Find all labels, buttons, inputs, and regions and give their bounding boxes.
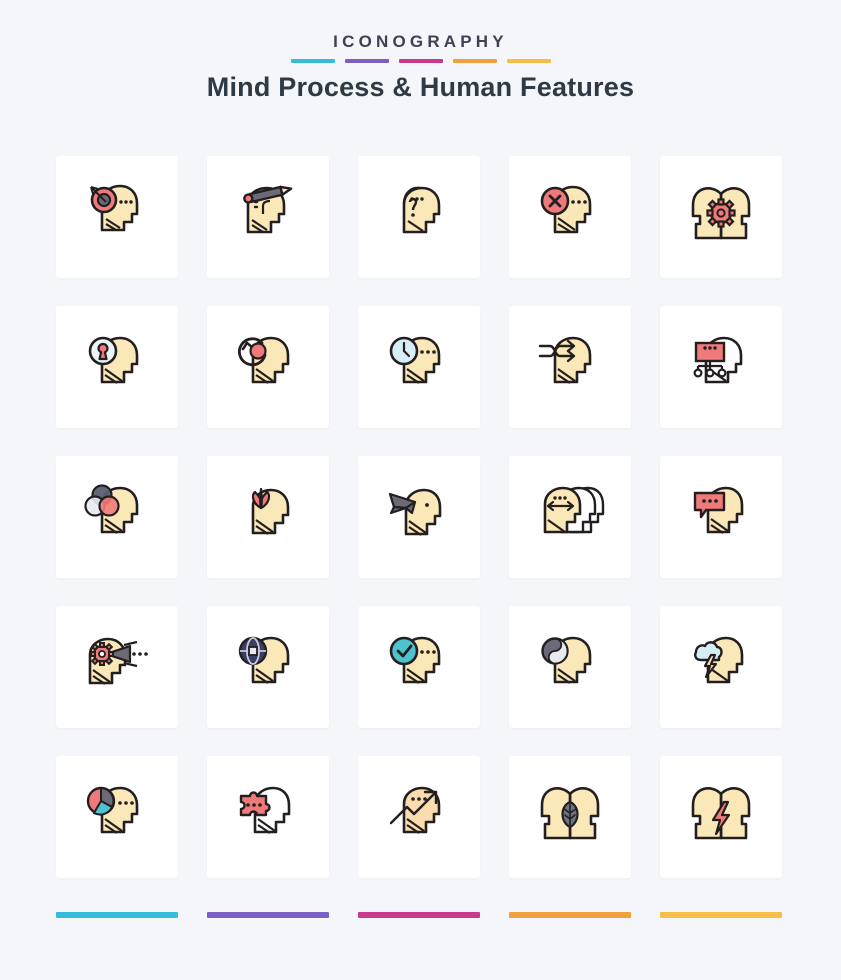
icon-card-check-head[interactable] bbox=[358, 606, 480, 728]
shuffle-head-icon bbox=[538, 336, 592, 384]
icon-card-cancel-head[interactable] bbox=[509, 156, 631, 278]
footer-accent-bar-2 bbox=[207, 912, 329, 918]
gear-vision-head-icon bbox=[88, 637, 148, 685]
puzzle-head-icon bbox=[239, 786, 291, 834]
icon-grid bbox=[56, 156, 782, 878]
brand-word: ICONOGRAPHY bbox=[333, 32, 508, 51]
icon-card-lock-head[interactable] bbox=[56, 306, 178, 428]
growth-head-icon bbox=[389, 786, 441, 834]
icon-card-flower-head[interactable] bbox=[207, 456, 329, 578]
icon-card-brainstorm-head[interactable] bbox=[660, 606, 782, 728]
icon-card-refresh-head[interactable] bbox=[207, 306, 329, 428]
globe-head-icon bbox=[238, 636, 290, 684]
icon-card-bird-head[interactable] bbox=[358, 456, 480, 578]
pencil-head-icon bbox=[243, 185, 293, 234]
icon-card-two-heads-leaf[interactable] bbox=[509, 756, 631, 878]
header-accent-bar-5 bbox=[506, 59, 551, 63]
icon-card-gear-vision-head[interactable] bbox=[56, 606, 178, 728]
sitemap-head-icon bbox=[693, 336, 743, 384]
header-accent-bars bbox=[0, 59, 841, 63]
icon-card-venn-head[interactable] bbox=[56, 456, 178, 578]
brand-block: ICONOGRAPHY bbox=[0, 32, 841, 63]
footer-accent-bar-4 bbox=[509, 912, 631, 918]
icon-card-pie-chart-head[interactable] bbox=[56, 756, 178, 878]
check-head-icon bbox=[389, 636, 441, 684]
refresh-head-icon bbox=[238, 336, 290, 384]
icon-card-two-heads-gear[interactable] bbox=[660, 156, 782, 278]
footer-accent-bar-5 bbox=[660, 912, 782, 918]
icon-pack-page: ICONOGRAPHY Mind Process & Human Feature… bbox=[0, 0, 841, 980]
icon-card-clock-head[interactable] bbox=[358, 306, 480, 428]
footer-accent-bar-3 bbox=[358, 912, 480, 918]
clock-head-icon bbox=[389, 336, 441, 384]
icon-card-question-head[interactable] bbox=[358, 156, 480, 278]
multiple-heads-icon bbox=[543, 486, 605, 534]
icon-card-shuffle-head[interactable] bbox=[509, 306, 631, 428]
header-accent-bar-1 bbox=[290, 59, 335, 63]
page-title: Mind Process & Human Features bbox=[206, 72, 635, 102]
icon-card-puzzle-head[interactable] bbox=[207, 756, 329, 878]
header-accent-bar-4 bbox=[452, 59, 497, 63]
brainstorm-head-icon bbox=[694, 636, 744, 684]
target-head-icon bbox=[90, 184, 139, 232]
footer-accent-bar-1 bbox=[56, 912, 178, 918]
icon-card-target-head[interactable] bbox=[56, 156, 178, 278]
lock-head-icon bbox=[88, 336, 139, 384]
two-heads-gear-icon bbox=[691, 187, 751, 240]
icon-card-sitemap-head[interactable] bbox=[660, 306, 782, 428]
chat-head-icon bbox=[693, 486, 744, 534]
question-head-icon bbox=[402, 186, 441, 234]
icon-card-growth-head[interactable] bbox=[358, 756, 480, 878]
icon-card-yin-yang-head[interactable] bbox=[509, 606, 631, 728]
bird-head-icon bbox=[388, 488, 442, 536]
pie-chart-head-icon bbox=[86, 786, 139, 834]
venn-head-icon bbox=[84, 484, 139, 534]
icon-card-chat-head[interactable] bbox=[660, 456, 782, 578]
flower-head-icon bbox=[251, 487, 290, 535]
two-heads-leaf-icon bbox=[540, 787, 600, 840]
header-accent-bar-3 bbox=[398, 59, 443, 63]
cancel-head-icon bbox=[540, 185, 592, 234]
icon-card-pencil-head[interactable] bbox=[207, 156, 329, 278]
icon-card-globe-head[interactable] bbox=[207, 606, 329, 728]
two-heads-bolt-icon bbox=[691, 787, 751, 840]
icon-card-multiple-heads[interactable] bbox=[509, 456, 631, 578]
yin-yang-head-icon bbox=[541, 636, 592, 684]
icon-card-two-heads-bolt[interactable] bbox=[660, 756, 782, 878]
header-accent-bar-2 bbox=[344, 59, 389, 63]
footer-accent-bars bbox=[56, 912, 782, 918]
